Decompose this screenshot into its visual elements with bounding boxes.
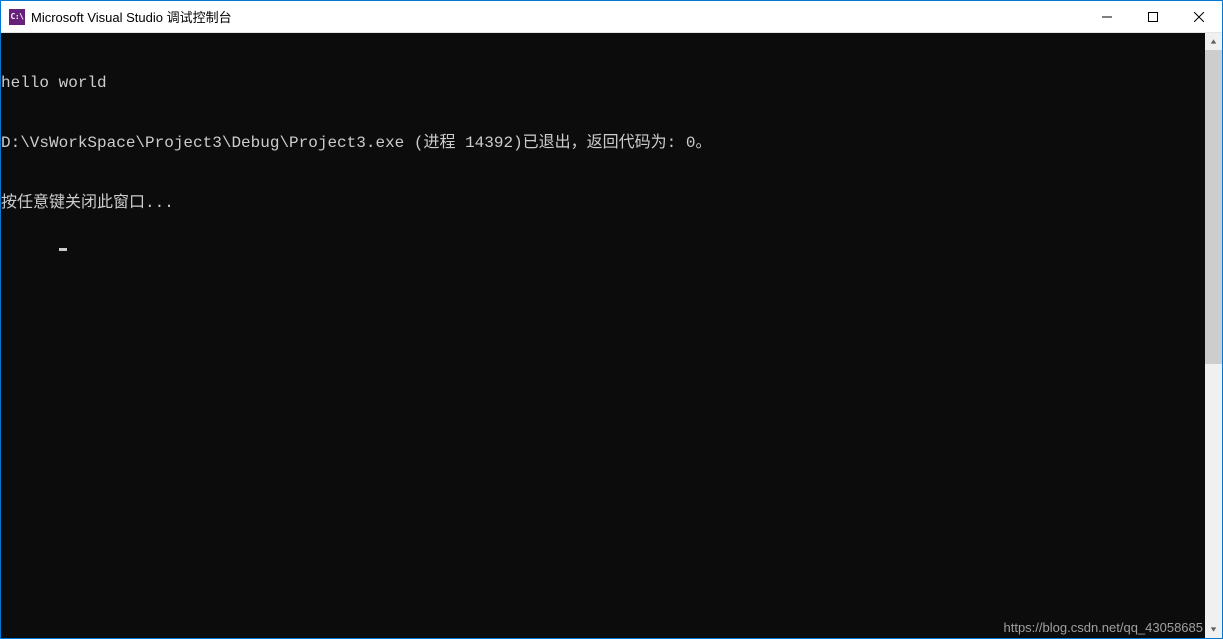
console-window: C:\ Microsoft Visual Studio 调试控制台 bbox=[0, 0, 1223, 639]
console-line: 按任意键关闭此窗口... bbox=[1, 193, 1205, 213]
chevron-up-icon bbox=[1210, 38, 1217, 45]
titlebar[interactable]: C:\ Microsoft Visual Studio 调试控制台 bbox=[1, 1, 1222, 33]
scroll-down-button[interactable] bbox=[1205, 621, 1222, 638]
scrollbar-track[interactable] bbox=[1205, 50, 1222, 621]
minimize-icon bbox=[1102, 12, 1112, 22]
close-icon bbox=[1194, 12, 1204, 22]
vertical-scrollbar[interactable] bbox=[1205, 33, 1222, 638]
cursor-icon bbox=[59, 248, 67, 251]
app-icon: C:\ bbox=[9, 9, 25, 25]
window-controls bbox=[1084, 1, 1222, 32]
maximize-button[interactable] bbox=[1130, 1, 1176, 32]
console-line: hello world bbox=[1, 73, 1205, 93]
chevron-down-icon bbox=[1210, 626, 1217, 633]
scroll-up-button[interactable] bbox=[1205, 33, 1222, 50]
console-line: D:\VsWorkSpace\Project3\Debug\Project3.e… bbox=[1, 133, 1205, 153]
minimize-button[interactable] bbox=[1084, 1, 1130, 32]
scrollbar-thumb[interactable] bbox=[1205, 50, 1222, 364]
content-area: hello world D:\VsWorkSpace\Project3\Debu… bbox=[1, 33, 1222, 638]
console-output[interactable]: hello world D:\VsWorkSpace\Project3\Debu… bbox=[1, 33, 1205, 638]
window-title: Microsoft Visual Studio 调试控制台 bbox=[31, 7, 1084, 26]
maximize-icon bbox=[1148, 12, 1158, 22]
close-button[interactable] bbox=[1176, 1, 1222, 32]
